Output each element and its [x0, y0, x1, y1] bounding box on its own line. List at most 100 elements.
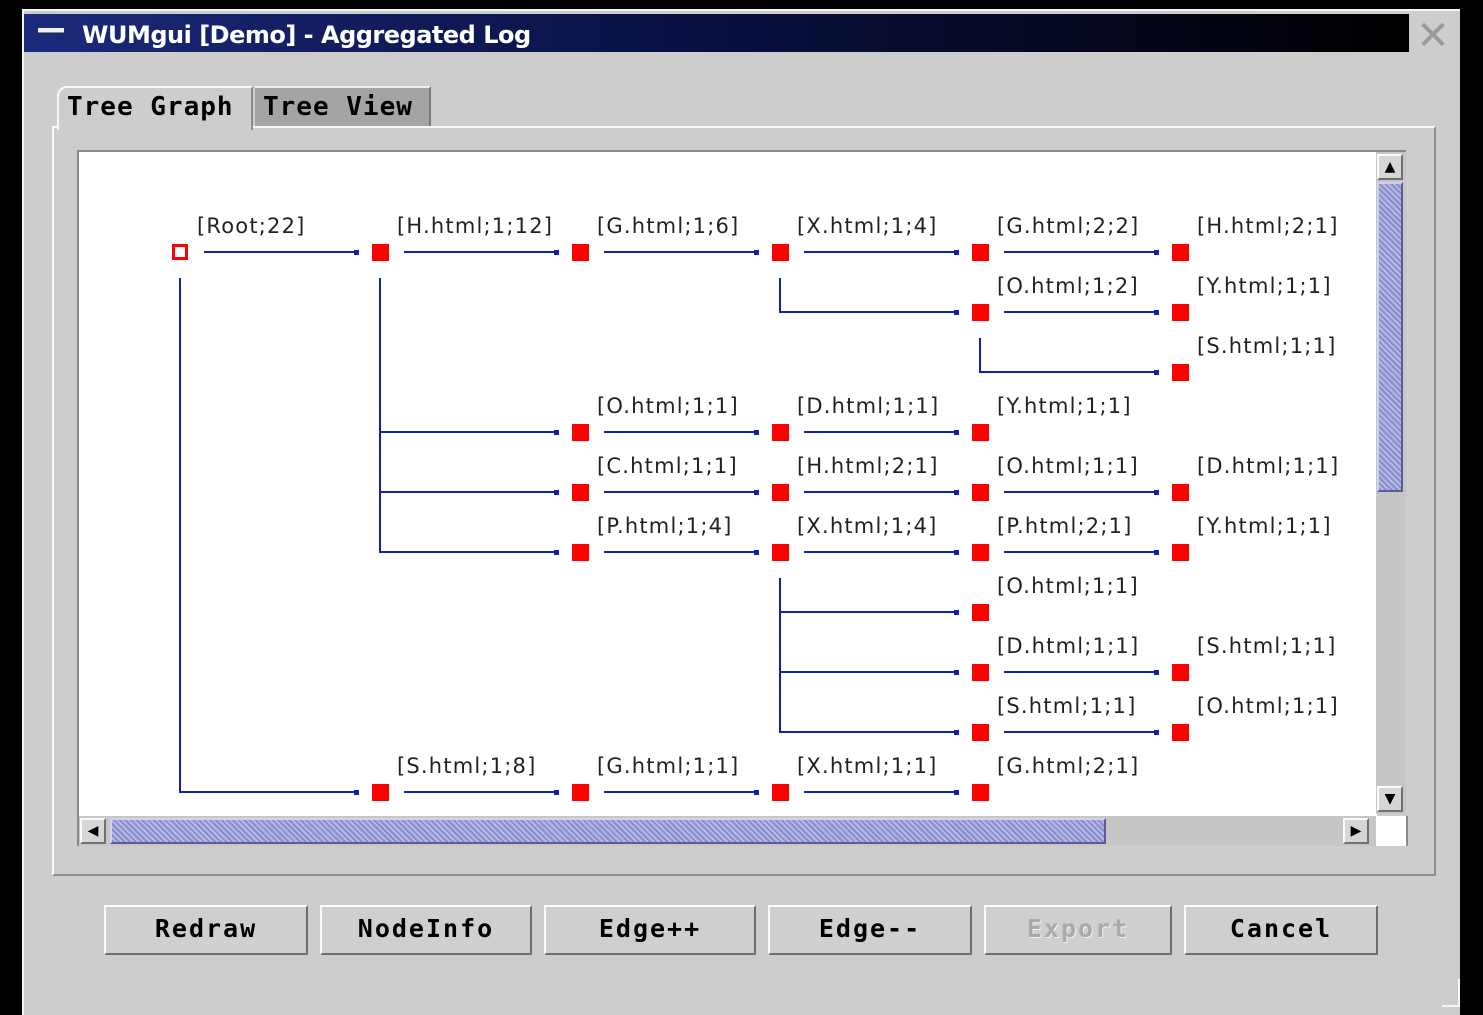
- tree-node-label: [G.html;1;1]: [597, 754, 739, 778]
- tree-node[interactable]: [972, 724, 989, 741]
- edge-arrow-dot: [954, 550, 959, 555]
- export-button: Export: [984, 905, 1172, 955]
- scroll-right-arrow-icon[interactable]: ▶: [1343, 818, 1369, 844]
- edge-arrow-dot: [1154, 670, 1159, 675]
- edge-arrow-dot: [954, 790, 959, 795]
- tree-node[interactable]: [972, 244, 989, 261]
- edge-arrow-dot: [354, 790, 359, 795]
- edge-arrow-dot: [954, 310, 959, 315]
- close-icon[interactable]: ✕: [1414, 16, 1452, 57]
- edge-arrow-dot: [754, 430, 759, 435]
- tree-node[interactable]: [972, 664, 989, 681]
- edge-arrow-dot: [1154, 490, 1159, 495]
- tab-tree-view[interactable]: Tree View: [255, 86, 431, 126]
- scroll-down-arrow-icon[interactable]: ▼: [1377, 786, 1403, 812]
- tree-node-label: [S.html;1;1]: [1197, 634, 1337, 658]
- edge-arrow-dot: [1154, 310, 1159, 315]
- tree-node[interactable]: [772, 544, 789, 561]
- resize-grip-icon[interactable]: [1442, 979, 1460, 1007]
- tree-edge: [779, 278, 956, 313]
- edge-arrow-dot: [754, 790, 759, 795]
- tree-node-label: [X.html;1;1]: [797, 754, 938, 778]
- horizontal-scrollbar[interactable]: ◀ ▶: [77, 816, 1376, 846]
- tree-node-label: [O.html;1;1]: [997, 574, 1139, 598]
- tree-node[interactable]: [972, 604, 989, 621]
- tree-node[interactable]: [972, 484, 989, 501]
- tree-node-label: [O.html;1;1]: [997, 454, 1139, 478]
- tree-node[interactable]: [1172, 244, 1189, 261]
- tree-node[interactable]: [372, 244, 389, 261]
- tree-edge: [379, 278, 556, 433]
- tree-graph-canvas[interactable]: [Root;22] [H.html;1;12] [G.html;1;6] [X.htm…: [77, 150, 1377, 816]
- edge-arrow-dot: [954, 610, 959, 615]
- tree-node[interactable]: [1172, 664, 1189, 681]
- edge-arrow-dot: [954, 730, 959, 735]
- tree-node-label: [Root;22]: [197, 214, 306, 238]
- tree-node[interactable]: [1172, 304, 1189, 321]
- tree-node[interactable]: [1172, 724, 1189, 741]
- tree-node-label: [O.html;1;1]: [1197, 694, 1339, 718]
- tree-node[interactable]: [1172, 544, 1189, 561]
- horizontal-scroll-thumb[interactable]: [110, 818, 1106, 844]
- edge-arrow-dot: [754, 550, 759, 555]
- tree-node[interactable]: [572, 424, 589, 441]
- tree-node-label: [X.html;1;4]: [797, 214, 938, 238]
- edge-plus-button[interactable]: Edge++: [544, 905, 756, 955]
- title-bar[interactable]: WUMgui [Demo] - Aggregated Log: [24, 14, 1409, 52]
- tree-node-label: [G.html;2;1]: [997, 754, 1139, 778]
- edge-arrow-dot: [554, 550, 559, 555]
- tree-node-label: [Y.html;1;1]: [1197, 514, 1332, 538]
- tree-node-label: [S.html;1;1]: [1197, 334, 1337, 358]
- tree-edge: [779, 578, 956, 673]
- edge-arrow-dot: [1154, 370, 1159, 375]
- vertical-scroll-thumb[interactable]: [1377, 182, 1403, 492]
- edge-minus-button[interactable]: Edge--: [768, 905, 972, 955]
- tree-node-label: [G.html;2;2]: [997, 214, 1139, 238]
- tree-node[interactable]: [972, 544, 989, 561]
- edge-arrow-dot: [554, 490, 559, 495]
- tree-node-label: [Y.html;1;1]: [1197, 274, 1332, 298]
- edge-arrow-dot: [754, 490, 759, 495]
- tree-node[interactable]: [572, 784, 589, 801]
- tree-node[interactable]: [772, 424, 789, 441]
- tree-node[interactable]: [972, 424, 989, 441]
- redraw-button[interactable]: Redraw: [104, 905, 308, 955]
- tree-node[interactable]: [972, 304, 989, 321]
- tree-node[interactable]: [772, 484, 789, 501]
- tree-node[interactable]: [972, 784, 989, 801]
- tree-node-label: [S.html;1;8]: [397, 754, 537, 778]
- edge-arrow-dot: [554, 790, 559, 795]
- edge-arrow-dot: [754, 250, 759, 255]
- tab-tree-graph[interactable]: Tree Graph: [57, 86, 253, 130]
- tree-node-label: [G.html;1;6]: [597, 214, 739, 238]
- tree-node-label: [X.html;1;4]: [797, 514, 938, 538]
- tree-node[interactable]: [572, 484, 589, 501]
- tree-node-label: [S.html;1;1]: [997, 694, 1137, 718]
- edge-arrow-dot: [954, 670, 959, 675]
- tree-node-label: [H.html;2;1]: [1197, 214, 1339, 238]
- tree-node[interactable]: [1172, 484, 1189, 501]
- tree-node[interactable]: [572, 244, 589, 261]
- cancel-button[interactable]: Cancel: [1184, 905, 1378, 955]
- edge-arrow-dot: [554, 430, 559, 435]
- scroll-up-arrow-icon[interactable]: ▲: [1377, 154, 1403, 180]
- tree-node-label: [P.html;2;1]: [997, 514, 1133, 538]
- tree-node[interactable]: [1172, 364, 1189, 381]
- tree-node[interactable]: [772, 784, 789, 801]
- root-node-icon[interactable]: [172, 244, 188, 260]
- edge-arrow-dot: [954, 250, 959, 255]
- tree-node-label: [D.html;1;1]: [797, 394, 939, 418]
- tree-node[interactable]: [572, 544, 589, 561]
- nodeinfo-button[interactable]: NodeInfo: [320, 905, 532, 955]
- edge-arrow-dot: [954, 430, 959, 435]
- scroll-left-arrow-icon[interactable]: ◀: [80, 818, 106, 844]
- tree-node[interactable]: [772, 244, 789, 261]
- tree-graph: [Root;22] [H.html;1;12] [G.html;1;6] [X.htm…: [172, 214, 1339, 801]
- tree-node-label: [O.html;1;2]: [997, 274, 1139, 298]
- edge-arrow-dot: [1154, 730, 1159, 735]
- window-menu-icon[interactable]: [38, 28, 64, 33]
- tree-node[interactable]: [372, 784, 389, 801]
- scrollbar-corner: [1376, 816, 1408, 846]
- tree-node-label: [H.html;2;1]: [797, 454, 939, 478]
- vertical-scrollbar[interactable]: ▲ ▼: [1376, 150, 1406, 814]
